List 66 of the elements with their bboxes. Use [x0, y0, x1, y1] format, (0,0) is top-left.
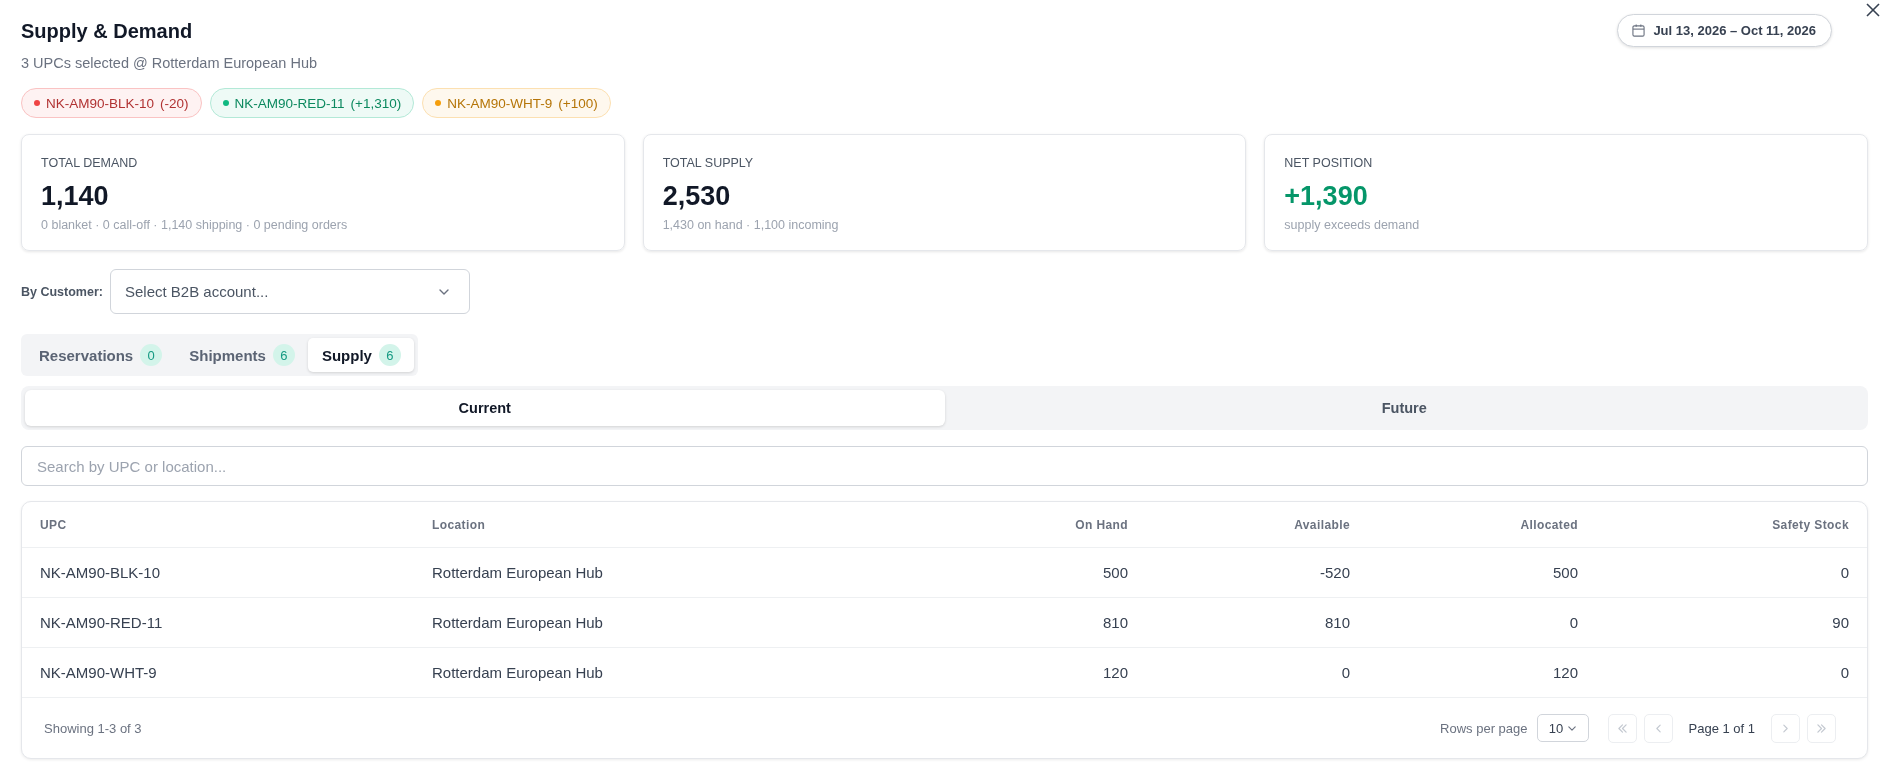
- table-cell: 120: [1552, 664, 1578, 681]
- date-range-button[interactable]: Jul 13, 2026 – Oct 11, 2026: [1617, 14, 1832, 47]
- table-cell: 120: [1102, 664, 1128, 681]
- stat-value: +1,390: [1284, 180, 1369, 213]
- rows-per-page-select[interactable]: 10: [1536, 714, 1589, 742]
- double-chevron-right-icon: [1817, 723, 1826, 733]
- table-cell: 810: [1324, 614, 1350, 631]
- upc-delta: (+1,310): [350, 95, 402, 111]
- table-cell: 500: [1102, 564, 1128, 581]
- stat-detail: supply exceeds demand: [1284, 217, 1421, 234]
- column-header: UPC: [40, 517, 68, 532]
- count-badge: 6: [378, 344, 401, 366]
- table-cell: -520: [1319, 564, 1350, 581]
- table-cell-text: Rotterdam European Hub: [432, 664, 604, 681]
- close-icon: [1866, 3, 1880, 17]
- table-cell: 90: [1832, 614, 1849, 631]
- column-header: Safety Stock: [1772, 517, 1849, 532]
- table-cell: 0: [1840, 664, 1849, 681]
- stat-label: TOTAL DEMAND: [41, 155, 139, 172]
- calendar-icon: [1632, 24, 1646, 37]
- table-cell: 0: [1840, 564, 1849, 581]
- table-cell: 0: [1341, 664, 1350, 681]
- upc-code: NK-AM90-WHT-9: [447, 95, 553, 111]
- table-cell-text: NK-AM90-RED-11: [40, 614, 164, 631]
- column-header: Available: [1294, 517, 1350, 532]
- stat-value: 1,140: [41, 180, 110, 213]
- filter-label: By Customer:: [21, 284, 103, 299]
- customer-select[interactable]: Select B2B account...: [109, 269, 470, 314]
- count-badge: 6: [272, 344, 295, 366]
- table-cell: 500: [1552, 564, 1578, 581]
- tab[interactable]: Supply 6: [307, 338, 414, 372]
- table-cell-text: NK-AM90-BLK-10: [40, 564, 162, 581]
- showing-text: Showing 1-3 of 3: [44, 720, 142, 736]
- dialog-title: Supply & Demand: [21, 19, 193, 44]
- upc-delta: (-20): [160, 95, 189, 111]
- subtitle-text: 3 UPCs selected @ Rotterdam European Hub: [21, 54, 318, 73]
- tab[interactable]: Reservations 0: [25, 338, 176, 372]
- tab[interactable]: Shipments 6: [175, 338, 308, 372]
- stat-label: NET POSITION: [1284, 155, 1374, 172]
- chevron-down-icon: [438, 288, 449, 295]
- column-header: Location: [432, 517, 487, 532]
- column-header: On Hand: [1075, 517, 1128, 532]
- stat-label: TOTAL SUPPLY: [662, 155, 755, 172]
- column-header: Allocated: [1520, 517, 1578, 532]
- table-cell: 0: [1569, 614, 1578, 631]
- count-badge: 0: [140, 344, 163, 366]
- upc-delta: (+100): [558, 95, 598, 111]
- page-indicator: Page 1 of 1: [1688, 720, 1755, 736]
- table-cell-text: Rotterdam European Hub: [432, 614, 604, 631]
- double-chevron-left-icon: [1617, 723, 1627, 733]
- stat-detail: 1,430 on hand · 1,100 incoming: [662, 217, 840, 234]
- segment-tab[interactable]: Current: [25, 390, 945, 426]
- close-button[interactable]: [1865, 2, 1881, 18]
- table-cell-text: NK-AM90-WHT-9: [40, 664, 158, 681]
- chevron-left-icon: [1655, 723, 1661, 733]
- stat-value: 2,530: [662, 180, 732, 213]
- upc-code: NK-AM90-RED-11: [234, 95, 345, 111]
- rows-per-page-label: Rows per page: [1440, 720, 1528, 736]
- table-cell-text: Rotterdam European Hub: [432, 564, 604, 581]
- chevron-down-icon: [1568, 725, 1577, 731]
- chevron-right-icon: [1783, 723, 1788, 733]
- segment-tab[interactable]: Future: [944, 390, 1864, 426]
- stat-detail: 0 blanket · 0 call-off · 1,140 shipping · 0 pending orders: [41, 217, 349, 234]
- table-cell: 810: [1102, 614, 1128, 631]
- search-field[interactable]: Search by UPC or location...: [21, 446, 1868, 486]
- upc-code: NK-AM90-BLK-10: [46, 95, 155, 111]
